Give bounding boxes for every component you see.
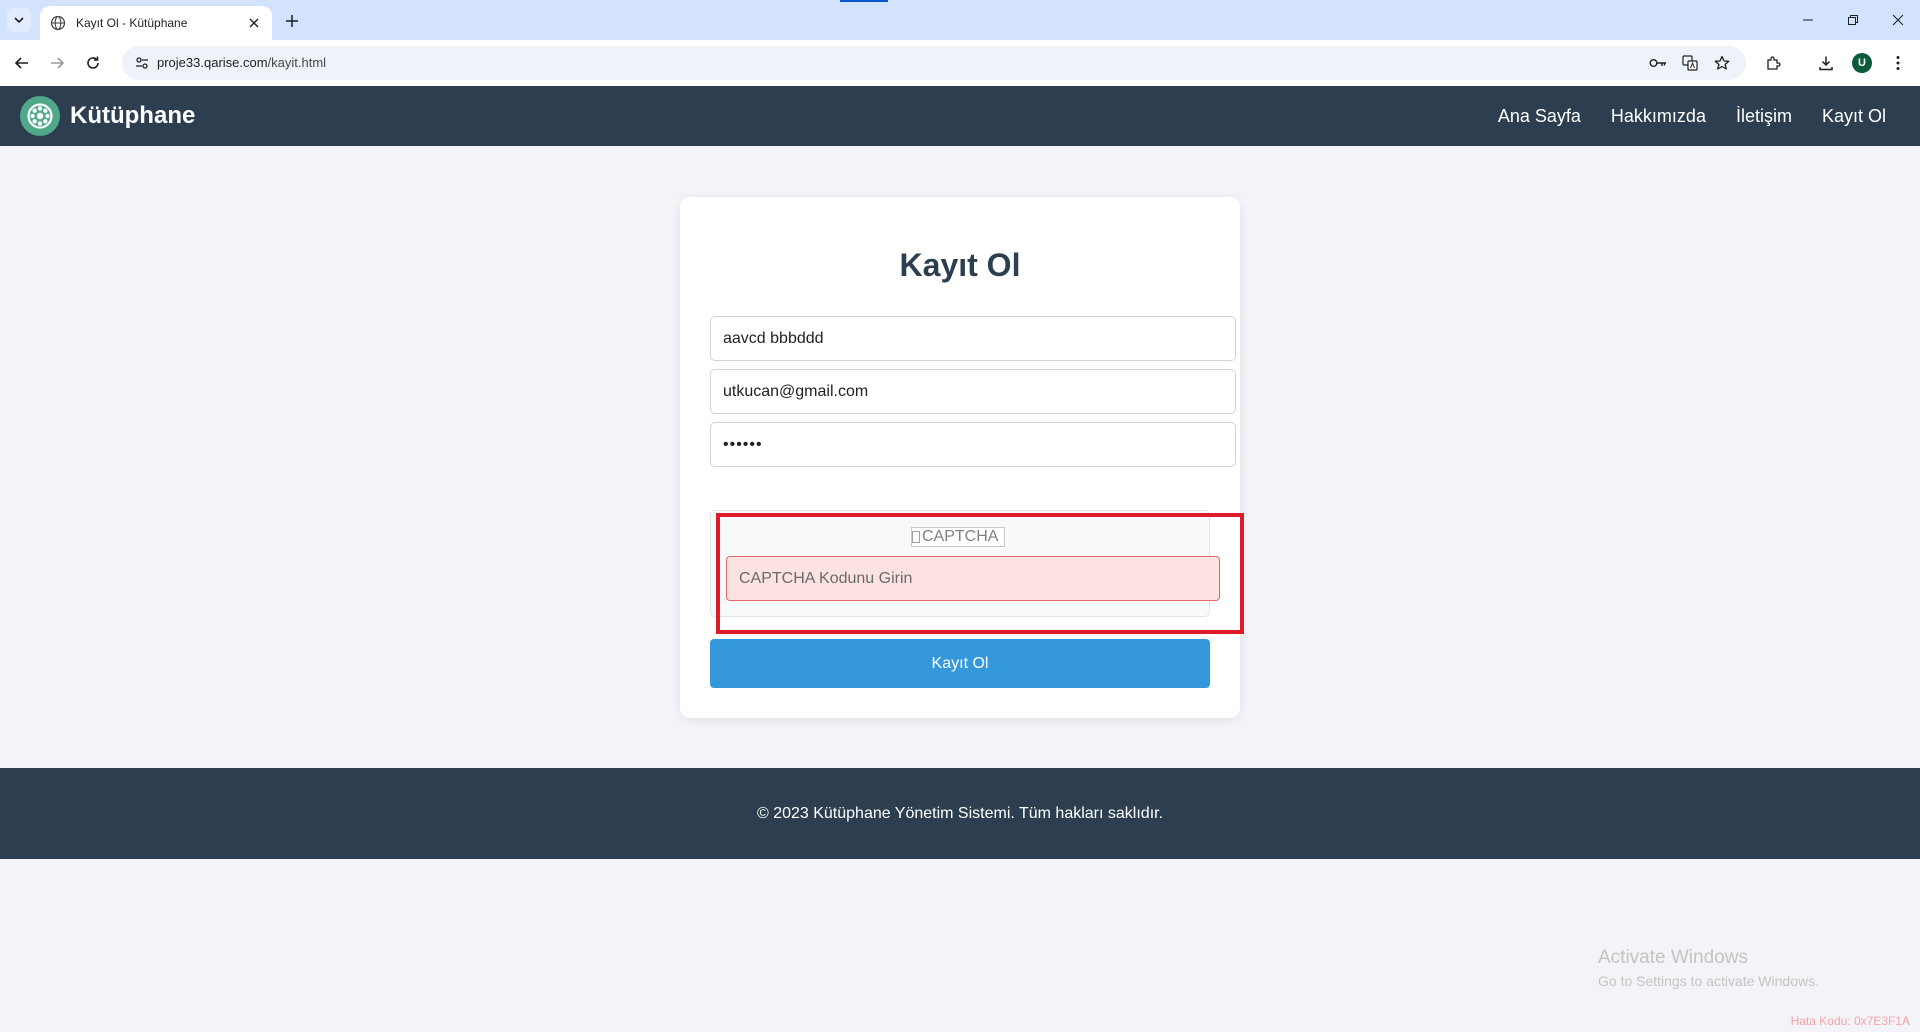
chevron-down-icon bbox=[14, 17, 24, 24]
brand[interactable]: Kütüphane bbox=[20, 96, 195, 136]
password-key-icon[interactable] bbox=[1646, 51, 1670, 75]
translate-icon[interactable] bbox=[1678, 51, 1702, 75]
nav-link-kayit-ol[interactable]: Kayıt Ol bbox=[1822, 106, 1886, 127]
forward-arrow-icon[interactable] bbox=[44, 50, 70, 76]
tab-search-button[interactable] bbox=[7, 8, 31, 32]
minimize-icon[interactable] bbox=[1785, 0, 1830, 40]
site-navbar: Kütüphane Ana Sayfa Hakkımızda İletişim … bbox=[0, 86, 1920, 146]
brand-name: Kütüphane bbox=[70, 102, 196, 129]
password-field[interactable]: •••••• bbox=[710, 422, 1236, 467]
watermark-subtitle: Go to Settings to activate Windows. bbox=[1598, 973, 1819, 989]
bookmark-star-icon[interactable] bbox=[1710, 51, 1734, 75]
register-button[interactable]: Kayıt Ol bbox=[710, 639, 1210, 688]
register-card: Kayıt Ol aavcd bbbddd utkucan@gmail.com … bbox=[680, 197, 1240, 718]
watermark-title: Activate Windows bbox=[1598, 947, 1748, 968]
tab-title: Kayıt Ol - Kütüphane bbox=[76, 16, 188, 30]
reload-icon[interactable] bbox=[80, 50, 106, 76]
nav-links: Ana Sayfa Hakkımızda İletişim Kayıt Ol bbox=[1468, 86, 1886, 146]
windows-activation-watermark: Activate Windows Go to Settings to activ… bbox=[1598, 947, 1819, 989]
page-title: Kayıt Ol bbox=[899, 247, 1021, 283]
back-arrow-icon[interactable] bbox=[9, 50, 35, 76]
download-icon[interactable] bbox=[1814, 51, 1838, 75]
restore-icon[interactable] bbox=[1830, 0, 1875, 40]
site-info-tune-icon[interactable] bbox=[130, 51, 154, 75]
tab-loading-indicator bbox=[840, 0, 888, 2]
globe-icon bbox=[50, 15, 66, 31]
extensions-puzzle-icon[interactable] bbox=[1762, 51, 1786, 75]
highlight-annotation-box bbox=[716, 513, 1244, 634]
name-field[interactable]: aavcd bbbddd bbox=[710, 316, 1236, 361]
url-host: proje33.qarise.com bbox=[157, 55, 268, 70]
browser-toolbar: proje33.qarise.com/kayit.html U bbox=[0, 40, 1920, 86]
url-text: proje33.qarise.com/kayit.html bbox=[157, 55, 326, 70]
url-path: /kayit.html bbox=[267, 55, 327, 70]
footer-copyright: © 2023 Kütüphane Yönetim Sistemi. Tüm ha… bbox=[756, 804, 1164, 822]
address-bar[interactable]: proje33.qarise.com/kayit.html bbox=[122, 46, 1746, 80]
nav-link-ana-sayfa[interactable]: Ana Sayfa bbox=[1498, 106, 1581, 127]
library-logo-icon bbox=[20, 96, 60, 136]
menu-more-icon[interactable] bbox=[1886, 51, 1910, 75]
site-footer: © 2023 Kütüphane Yönetim Sistemi. Tüm ha… bbox=[0, 768, 1920, 859]
new-tab-plus-icon[interactable] bbox=[281, 10, 303, 32]
nav-link-hakkimizda[interactable]: Hakkımızda bbox=[1611, 106, 1706, 127]
profile-avatar[interactable]: U bbox=[1852, 53, 1872, 73]
browser-tab-active[interactable]: Kayıt Ol - Kütüphane bbox=[40, 6, 272, 40]
close-window-icon[interactable] bbox=[1875, 0, 1920, 40]
window-controls bbox=[1785, 0, 1920, 40]
email-field[interactable]: utkucan@gmail.com bbox=[710, 369, 1236, 414]
browser-tab-strip: Kayıt Ol - Kütüphane bbox=[0, 0, 1920, 40]
nav-link-iletisim[interactable]: İletişim bbox=[1736, 106, 1792, 127]
close-tab-icon[interactable] bbox=[246, 15, 262, 31]
error-code-text: Hata Kodu: 0x7E3F1A bbox=[1790, 1014, 1910, 1028]
